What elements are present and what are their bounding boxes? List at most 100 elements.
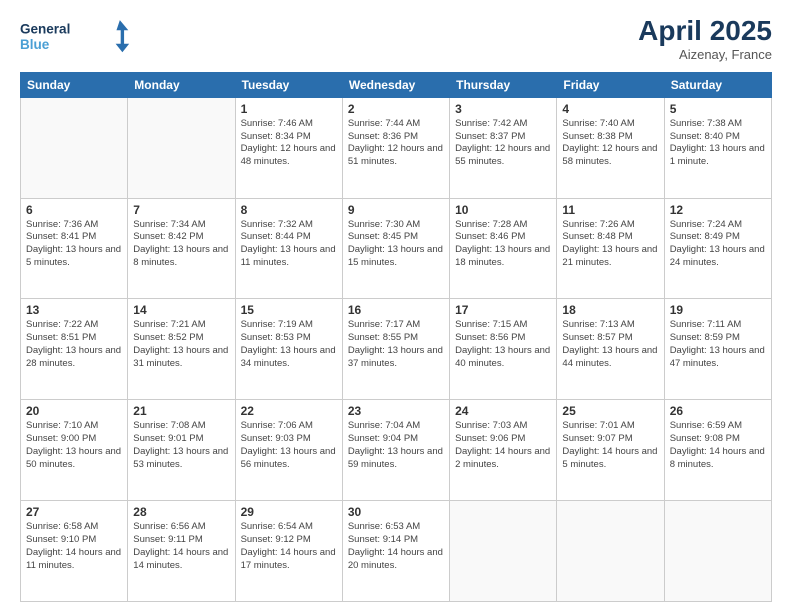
day-number: 1 xyxy=(241,102,337,116)
calendar-cell: 16 Sunrise: 7:17 AM Sunset: 8:55 PM Dayli… xyxy=(342,299,449,400)
page: General Blue April 2025 Aizenay, France … xyxy=(0,0,792,612)
day-number: 10 xyxy=(455,203,551,217)
calendar-cell: 9 Sunrise: 7:30 AM Sunset: 8:45 PM Daylig… xyxy=(342,198,449,299)
calendar-cell: 26 Sunrise: 6:59 AM Sunset: 9:08 PM Dayli… xyxy=(664,400,771,501)
day-number: 22 xyxy=(241,404,337,418)
header-thursday: Thursday xyxy=(450,72,557,97)
calendar-cell: 30 Sunrise: 6:53 AM Sunset: 9:14 PM Dayli… xyxy=(342,501,449,602)
day-number: 21 xyxy=(133,404,229,418)
day-info: Sunrise: 7:03 AM Sunset: 9:06 PM Dayligh… xyxy=(455,420,551,471)
calendar-cell: 5Sunrise: 7:38 AM Sunset: 8:40 PM Daylig… xyxy=(664,97,771,198)
day-info: Sunrise: 7:42 AM Sunset: 8:37 PM Dayligh… xyxy=(455,118,551,169)
calendar-cell: 10 Sunrise: 7:28 AM Sunset: 8:46 PM Dayli… xyxy=(450,198,557,299)
calendar-cell: 7 Sunrise: 7:34 AM Sunset: 8:42 PM Daylig… xyxy=(128,198,235,299)
day-info: Sunrise: 6:59 AM Sunset: 9:08 PM Dayligh… xyxy=(670,420,766,471)
calendar-cell: 23 Sunrise: 7:04 AM Sunset: 9:04 PM Dayli… xyxy=(342,400,449,501)
month-year-title: April 2025 xyxy=(638,16,772,47)
day-number: 6 xyxy=(26,203,122,217)
calendar-cell: 21 Sunrise: 7:08 AM Sunset: 9:01 PM Dayli… xyxy=(128,400,235,501)
day-number: 29 xyxy=(241,505,337,519)
calendar-cell xyxy=(557,501,664,602)
calendar-cell xyxy=(664,501,771,602)
day-info: Sunrise: 6:53 AM Sunset: 9:14 PM Dayligh… xyxy=(348,521,444,572)
calendar-week-row: 6Sunrise: 7:36 AM Sunset: 8:41 PM Daylig… xyxy=(21,198,772,299)
day-info: Sunrise: 7:34 AM Sunset: 8:42 PM Dayligh… xyxy=(133,219,229,270)
day-info: Sunrise: 7:19 AM Sunset: 8:53 PM Dayligh… xyxy=(241,319,337,370)
calendar-week-row: 13 Sunrise: 7:22 AM Sunset: 8:51 PM Dayli… xyxy=(21,299,772,400)
calendar-table: Sunday Monday Tuesday Wednesday Thursday… xyxy=(20,72,772,602)
day-number: 7 xyxy=(133,203,229,217)
day-info: Sunrise: 7:38 AM Sunset: 8:40 PM Dayligh… xyxy=(670,118,766,169)
day-number: 30 xyxy=(348,505,444,519)
calendar-cell: 11 Sunrise: 7:26 AM Sunset: 8:48 PM Dayli… xyxy=(557,198,664,299)
day-number: 25 xyxy=(562,404,658,418)
day-info: Sunrise: 7:15 AM Sunset: 8:56 PM Dayligh… xyxy=(455,319,551,370)
day-number: 16 xyxy=(348,303,444,317)
day-number: 9 xyxy=(348,203,444,217)
header-friday: Friday xyxy=(557,72,664,97)
day-info: Sunrise: 7:22 AM Sunset: 8:51 PM Dayligh… xyxy=(26,319,122,370)
day-number: 13 xyxy=(26,303,122,317)
day-info: Sunrise: 6:58 AM Sunset: 9:10 PM Dayligh… xyxy=(26,521,122,572)
day-number: 15 xyxy=(241,303,337,317)
calendar-cell: 29 Sunrise: 6:54 AM Sunset: 9:12 PM Dayli… xyxy=(235,501,342,602)
calendar-cell xyxy=(128,97,235,198)
day-number: 14 xyxy=(133,303,229,317)
calendar-cell: 12 Sunrise: 7:24 AM Sunset: 8:49 PM Dayli… xyxy=(664,198,771,299)
calendar-cell: 13 Sunrise: 7:22 AM Sunset: 8:51 PM Dayli… xyxy=(21,299,128,400)
day-info: Sunrise: 7:06 AM Sunset: 9:03 PM Dayligh… xyxy=(241,420,337,471)
day-info: Sunrise: 7:13 AM Sunset: 8:57 PM Dayligh… xyxy=(562,319,658,370)
day-info: Sunrise: 7:46 AM Sunset: 8:34 PM Dayligh… xyxy=(241,118,337,169)
svg-text:Blue: Blue xyxy=(20,37,50,52)
day-number: 8 xyxy=(241,203,337,217)
header-tuesday: Tuesday xyxy=(235,72,342,97)
calendar-cell: 20Sunrise: 7:10 AM Sunset: 9:00 PM Dayli… xyxy=(21,400,128,501)
day-number: 2 xyxy=(348,102,444,116)
calendar-cell: 25Sunrise: 7:01 AM Sunset: 9:07 PM Dayli… xyxy=(557,400,664,501)
calendar-cell: 22 Sunrise: 7:06 AM Sunset: 9:03 PM Dayli… xyxy=(235,400,342,501)
day-info: Sunrise: 7:30 AM Sunset: 8:45 PM Dayligh… xyxy=(348,219,444,270)
calendar-cell: 18Sunrise: 7:13 AM Sunset: 8:57 PM Dayli… xyxy=(557,299,664,400)
calendar-cell: 4Sunrise: 7:40 AM Sunset: 8:38 PM Daylig… xyxy=(557,97,664,198)
day-info: Sunrise: 6:56 AM Sunset: 9:11 PM Dayligh… xyxy=(133,521,229,572)
day-number: 19 xyxy=(670,303,766,317)
day-info: Sunrise: 6:54 AM Sunset: 9:12 PM Dayligh… xyxy=(241,521,337,572)
day-info: Sunrise: 7:11 AM Sunset: 8:59 PM Dayligh… xyxy=(670,319,766,370)
day-info: Sunrise: 7:04 AM Sunset: 9:04 PM Dayligh… xyxy=(348,420,444,471)
day-number: 12 xyxy=(670,203,766,217)
calendar-cell: 8Sunrise: 7:32 AM Sunset: 8:44 PM Daylig… xyxy=(235,198,342,299)
day-number: 26 xyxy=(670,404,766,418)
logo-svg: General Blue xyxy=(20,16,130,58)
calendar-cell: 27Sunrise: 6:58 AM Sunset: 9:10 PM Dayli… xyxy=(21,501,128,602)
day-number: 28 xyxy=(133,505,229,519)
calendar-week-row: 27Sunrise: 6:58 AM Sunset: 9:10 PM Dayli… xyxy=(21,501,772,602)
header-wednesday: Wednesday xyxy=(342,72,449,97)
calendar-cell: 3Sunrise: 7:42 AM Sunset: 8:37 PM Daylig… xyxy=(450,97,557,198)
calendar-cell: 19 Sunrise: 7:11 AM Sunset: 8:59 PM Dayli… xyxy=(664,299,771,400)
day-info: Sunrise: 7:21 AM Sunset: 8:52 PM Dayligh… xyxy=(133,319,229,370)
weekday-header-row: Sunday Monday Tuesday Wednesday Thursday… xyxy=(21,72,772,97)
svg-text:General: General xyxy=(20,22,70,37)
calendar-cell xyxy=(21,97,128,198)
calendar-cell: 24Sunrise: 7:03 AM Sunset: 9:06 PM Dayli… xyxy=(450,400,557,501)
calendar-cell: 14 Sunrise: 7:21 AM Sunset: 8:52 PM Dayli… xyxy=(128,299,235,400)
day-number: 23 xyxy=(348,404,444,418)
day-info: Sunrise: 7:28 AM Sunset: 8:46 PM Dayligh… xyxy=(455,219,551,270)
header-saturday: Saturday xyxy=(664,72,771,97)
location-subtitle: Aizenay, France xyxy=(638,47,772,62)
day-info: Sunrise: 7:24 AM Sunset: 8:49 PM Dayligh… xyxy=(670,219,766,270)
calendar-week-row: 20Sunrise: 7:10 AM Sunset: 9:00 PM Dayli… xyxy=(21,400,772,501)
day-info: Sunrise: 7:26 AM Sunset: 8:48 PM Dayligh… xyxy=(562,219,658,270)
day-number: 4 xyxy=(562,102,658,116)
day-info: Sunrise: 7:08 AM Sunset: 9:01 PM Dayligh… xyxy=(133,420,229,471)
calendar-cell: 2 Sunrise: 7:44 AM Sunset: 8:36 PM Daylig… xyxy=(342,97,449,198)
day-number: 17 xyxy=(455,303,551,317)
logo: General Blue xyxy=(20,16,130,58)
day-info: Sunrise: 7:44 AM Sunset: 8:36 PM Dayligh… xyxy=(348,118,444,169)
header: General Blue April 2025 Aizenay, France xyxy=(20,16,772,62)
calendar-cell xyxy=(450,501,557,602)
header-monday: Monday xyxy=(128,72,235,97)
day-info: Sunrise: 7:17 AM Sunset: 8:55 PM Dayligh… xyxy=(348,319,444,370)
day-info: Sunrise: 7:10 AM Sunset: 9:00 PM Dayligh… xyxy=(26,420,122,471)
day-number: 11 xyxy=(562,203,658,217)
